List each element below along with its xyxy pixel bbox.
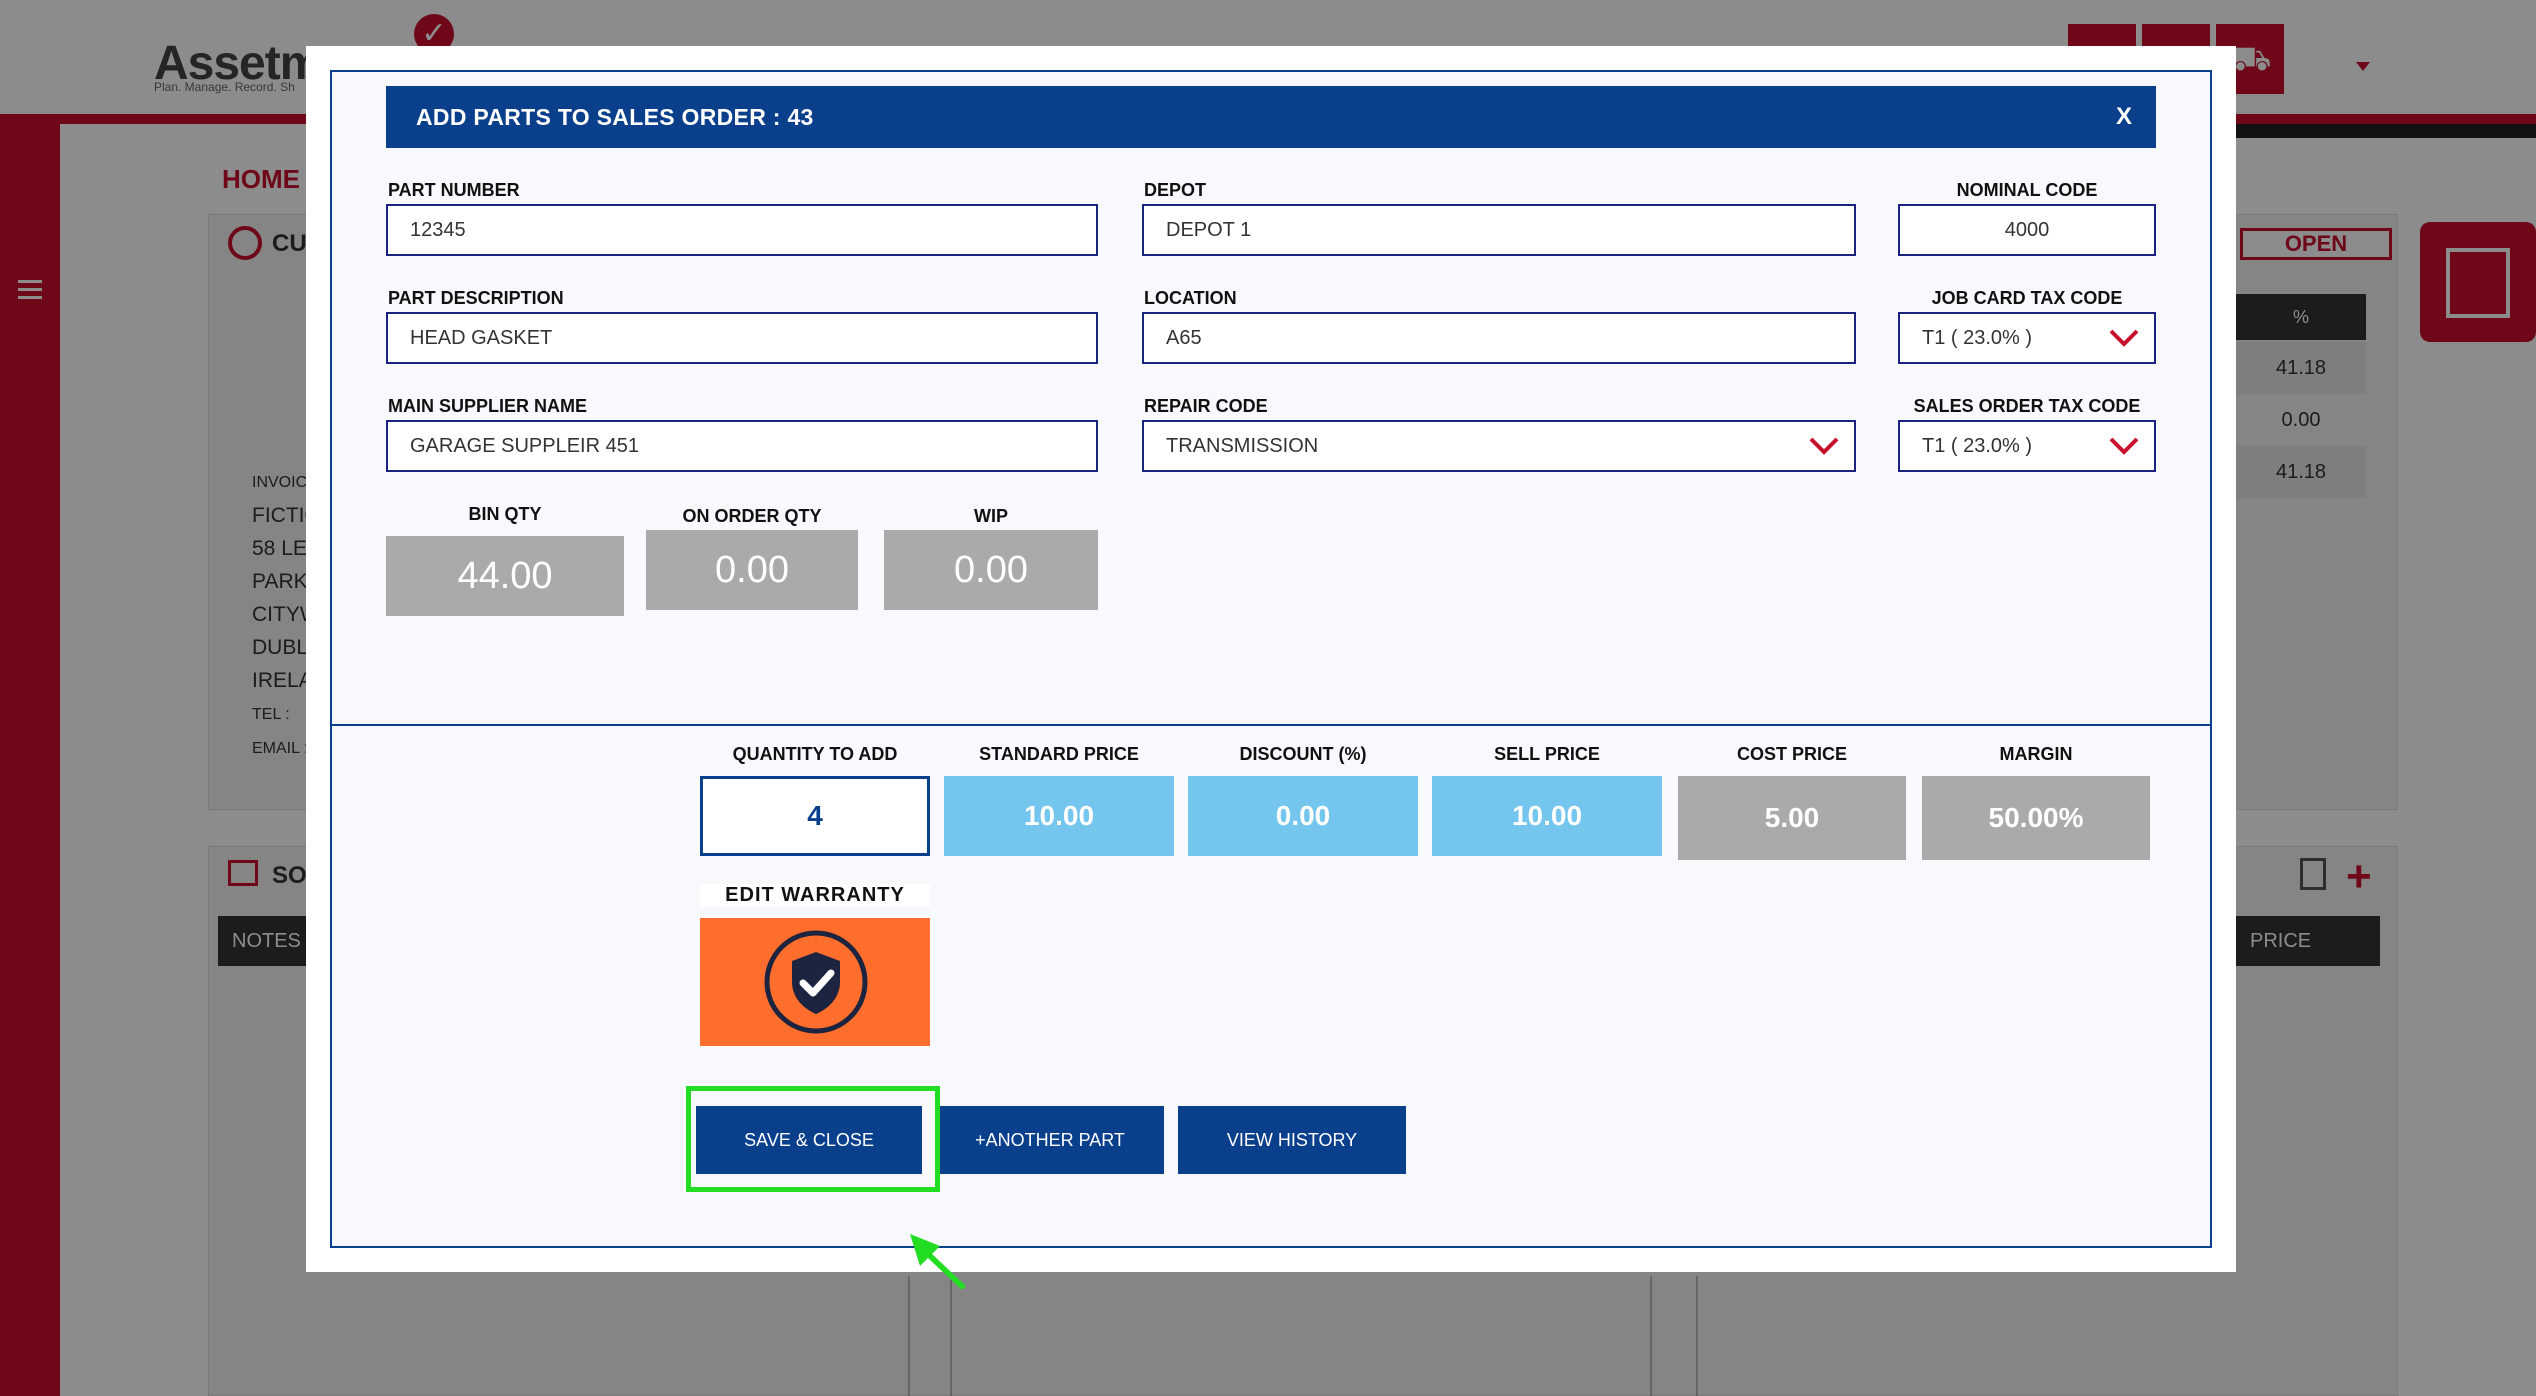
chevron-down-icon: [2109, 437, 2139, 455]
job-card-tax-code-value: T1 ( 23.0% ): [1922, 327, 2033, 349]
part-description-label: PART DESCRIPTION: [388, 288, 564, 308]
add-parts-modal: ADD PARTS TO SALES ORDER : 43 X PART NUM…: [306, 46, 2236, 1290]
repair-code-select[interactable]: TRANSMISSION: [1142, 420, 1856, 472]
chevron-down-icon: [2109, 329, 2139, 347]
quantity-to-add-label: QUANTITY TO ADD: [732, 744, 898, 764]
job-card-tax-code-label: JOB CARD TAX CODE: [1931, 288, 2123, 308]
standard-price-field[interactable]: 10.00: [944, 776, 1174, 856]
modal-section-divider: [330, 724, 2212, 726]
sell-price-label: SELL PRICE: [1494, 744, 1600, 764]
bin-qty-value: 44.00: [386, 536, 624, 616]
sales-order-tax-code-select[interactable]: T1 ( 23.0% ): [1898, 420, 2156, 472]
nominal-code-field[interactable]: 4000: [1898, 204, 2156, 256]
part-description-field[interactable]: HEAD GASKET: [386, 312, 1098, 364]
sell-price-field[interactable]: 10.00: [1432, 776, 1662, 856]
part-number-label: PART NUMBER: [388, 180, 520, 200]
arrow-pointer-icon: [910, 1234, 966, 1290]
sales-order-tax-code-value: T1 ( 23.0% ): [1922, 435, 2033, 457]
repair-code-label: REPAIR CODE: [1144, 396, 1268, 416]
repair-code-value: TRANSMISSION: [1166, 435, 1319, 457]
on-order-qty-label: ON ORDER QTY: [682, 506, 822, 526]
cost-price-value: 5.00: [1678, 776, 1906, 860]
discount-label: DISCOUNT (%): [1239, 744, 1367, 764]
standard-price-label: STANDARD PRICE: [979, 744, 1139, 764]
chevron-down-icon: [1809, 437, 1839, 455]
quantity-to-add-input[interactable]: 4: [700, 776, 930, 856]
location-field[interactable]: A65: [1142, 312, 1856, 364]
margin-label: MARGIN: [1999, 744, 2073, 764]
sales-order-tax-code-label: SALES ORDER TAX CODE: [1913, 396, 2141, 416]
discount-field[interactable]: 0.00: [1188, 776, 1418, 856]
save-close-highlight: [686, 1086, 940, 1192]
edit-warranty-button[interactable]: [700, 918, 930, 1046]
main-supplier-name-field[interactable]: GARAGE SUPPLEIR 451: [386, 420, 1098, 472]
depot-field[interactable]: DEPOT 1: [1142, 204, 1856, 256]
edit-warranty-label: EDIT WARRANTY: [700, 884, 930, 907]
modal-header: ADD PARTS TO SALES ORDER : 43 X: [386, 86, 2156, 148]
margin-value: 50.00%: [1922, 776, 2150, 860]
nominal-code-label: NOMINAL CODE: [1956, 180, 2098, 200]
main-supplier-name-label: MAIN SUPPLIER NAME: [388, 396, 588, 416]
shield-check-icon: [764, 930, 868, 1034]
cost-price-label: COST PRICE: [1736, 744, 1847, 764]
close-button[interactable]: X: [2116, 86, 2132, 148]
job-card-tax-code-select[interactable]: T1 ( 23.0% ): [1898, 312, 2156, 364]
view-history-button[interactable]: VIEW HISTORY: [1178, 1106, 1406, 1174]
wip-label: WIP: [974, 506, 1008, 526]
depot-label: DEPOT: [1144, 180, 1207, 200]
on-order-qty-value: 0.00: [646, 530, 858, 610]
another-part-button[interactable]: +ANOTHER PART: [936, 1106, 1164, 1174]
part-number-field[interactable]: 12345: [386, 204, 1098, 256]
wip-value: 0.00: [884, 530, 1098, 610]
location-label: LOCATION: [1144, 288, 1237, 308]
modal-title: ADD PARTS TO SALES ORDER : 43: [416, 104, 814, 130]
bin-qty-label: BIN QTY: [468, 504, 542, 524]
